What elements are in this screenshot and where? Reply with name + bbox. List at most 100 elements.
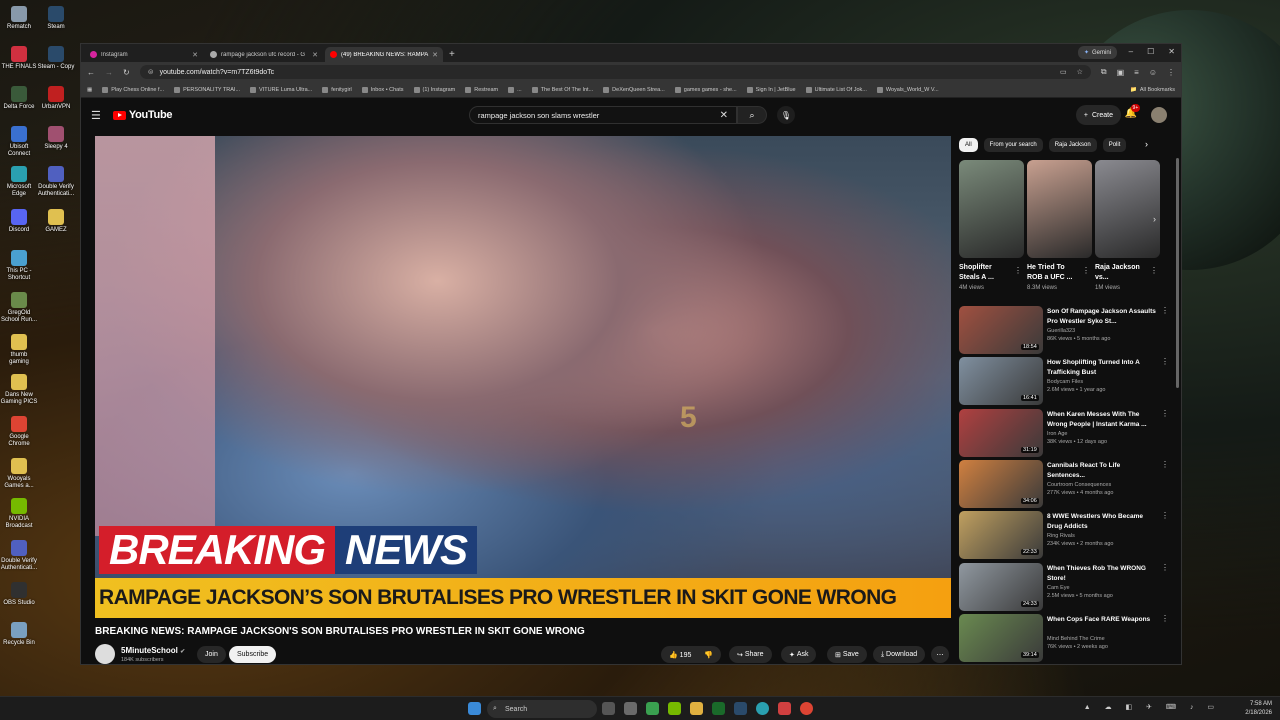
- short-thumbnail[interactable]: [1027, 160, 1092, 258]
- account-avatar[interactable]: [1151, 107, 1167, 123]
- browser-tab[interactable]: Instagram ✕: [85, 47, 203, 62]
- desktop-icon[interactable]: Steam - Copy: [37, 46, 75, 71]
- desktop-icon[interactable]: Wooyals Games a...: [0, 458, 38, 490]
- share-button[interactable]: ↪ Share: [729, 646, 772, 663]
- desktop-icon[interactable]: Recycle Bin: [0, 622, 38, 647]
- desktop-icon[interactable]: Delta Force: [0, 86, 38, 111]
- bookmark-item[interactable]: fenitygirl: [322, 86, 352, 93]
- channel-name[interactable]: 5MinuteSchool ✔: [121, 646, 185, 655]
- notifications-button[interactable]: 🔔 9+: [1125, 104, 1141, 119]
- close-window-icon[interactable]: ✕: [1168, 47, 1175, 56]
- desktop-icon[interactable]: THE FINALS: [0, 46, 38, 71]
- filter-chip[interactable]: Polit: [1102, 138, 1127, 152]
- browser-tab[interactable]: (49) BREAKING NEWS: RAMPA ✕: [325, 47, 443, 62]
- bookmark-item[interactable]: (1) Instagram: [413, 86, 455, 93]
- desktop-icon[interactable]: UrbanVPN: [37, 86, 75, 111]
- clock[interactable]: 7:58 AM 2/18/2026: [1245, 700, 1272, 718]
- recommended-video[interactable]: 24:33 When Thieves Rob The WRONG Store! Ca…: [959, 562, 1169, 611]
- video-channel[interactable]: Bodycam Files: [1047, 379, 1083, 385]
- clear-search-icon[interactable]: ✕: [720, 110, 728, 121]
- reload-icon[interactable]: ↻: [123, 68, 130, 77]
- scrollbar[interactable]: [1176, 158, 1179, 388]
- recommended-video[interactable]: 34:06 Cannibals React To Life Sentences..…: [959, 459, 1169, 508]
- video-menu-icon[interactable]: ⋮: [1161, 511, 1169, 520]
- bookmark-star-icon[interactable]: ☆: [1077, 68, 1083, 76]
- app-icon[interactable]: [778, 702, 791, 715]
- desktop-icon[interactable]: OBS Studio: [0, 582, 38, 607]
- short-menu-icon[interactable]: ⋮: [1082, 266, 1090, 275]
- desktop-icon[interactable]: GregOld School Run...: [0, 292, 38, 324]
- short-menu-icon[interactable]: ⋮: [1014, 266, 1022, 275]
- bookmark-item[interactable]: Inbox • Chats: [361, 86, 404, 93]
- chrome-icon[interactable]: [800, 702, 813, 715]
- taskbar-search[interactable]: ⌕ Search: [487, 700, 597, 718]
- video-menu-icon[interactable]: ⋮: [1161, 614, 1169, 623]
- bookmark-item[interactable]: Sign In | JetBlue: [746, 86, 796, 93]
- site-info-icon[interactable]: ⊜: [148, 68, 154, 76]
- dislike-icon[interactable]: 👎: [704, 651, 713, 659]
- desktop-icon[interactable]: Ubisoft Connect: [0, 126, 38, 158]
- bookmark-item[interactable]: Ultimate List Of Jok...: [805, 86, 867, 93]
- desktop-icon[interactable]: Sleepy 4: [37, 126, 75, 151]
- desktop-icon[interactable]: Double Verify Authenticati...: [37, 166, 75, 198]
- bookmark-item[interactable]: VITURE Luma Ultra...: [250, 86, 312, 93]
- task-view-icon[interactable]: [602, 702, 615, 715]
- bookmark-item[interactable]: DeXenQueen Strea...: [603, 86, 665, 93]
- video-menu-icon[interactable]: ⋮: [1161, 563, 1169, 572]
- video-channel[interactable]: Courtroom Consequences: [1047, 482, 1111, 488]
- all-bookmarks[interactable]: 📁 All Bookmarks: [1130, 87, 1175, 93]
- short-item[interactable]: Shoplifter Steals A ... 4M views ⋮: [959, 160, 1024, 291]
- bookmark-item[interactable]: The Best Of The Int...: [531, 86, 593, 93]
- recommended-video[interactable]: 31:19 When Karen Messes With The Wrong Pe…: [959, 408, 1169, 457]
- back-icon[interactable]: ←: [87, 68, 95, 77]
- channel-avatar[interactable]: [95, 644, 115, 664]
- short-item[interactable]: Raja Jackson vs... 1M views ⋮: [1095, 160, 1160, 291]
- split-view-icon[interactable]: ▣: [1117, 68, 1125, 77]
- file-explorer-icon[interactable]: [690, 702, 703, 715]
- new-tab-button[interactable]: +: [449, 49, 455, 60]
- subscribe-button[interactable]: Subscribe: [229, 646, 277, 663]
- minimize-icon[interactable]: –: [1129, 47, 1133, 56]
- system-tray[interactable]: ▲ ☁ ◧ ✈ ⌨ ♪ ▭: [1084, 703, 1220, 711]
- join-button[interactable]: Join: [197, 646, 226, 663]
- tab-close-icon[interactable]: ✕: [192, 51, 198, 59]
- filter-chip[interactable]: From your search: [983, 138, 1043, 152]
- video-menu-icon[interactable]: ⋮: [1161, 460, 1169, 469]
- short-menu-icon[interactable]: ⋮: [1150, 266, 1158, 275]
- bookmark-item[interactable]: Play Chess Online f...: [102, 86, 164, 93]
- shorts-next-icon[interactable]: ›: [1153, 214, 1156, 224]
- cast-icon[interactable]: ▭: [1060, 68, 1067, 76]
- search-input[interactable]: rampage jackson son slams wrestler ✕: [469, 106, 737, 124]
- desktop-icon[interactable]: Double Verify Authenticati...: [0, 540, 38, 572]
- desktop-icon[interactable]: GAMEZ: [37, 209, 75, 234]
- more-actions-button[interactable]: ⋯: [931, 646, 949, 663]
- like-button[interactable]: 👍 195: [669, 651, 691, 659]
- video-channel[interactable]: Ring Rivals: [1047, 533, 1075, 539]
- desktop-icon[interactable]: Google Chrome: [0, 416, 38, 448]
- video-channel[interactable]: Iron Age: [1047, 431, 1068, 437]
- tab-close-icon[interactable]: ✕: [432, 51, 438, 59]
- hamburger-menu-icon[interactable]: ☰: [91, 109, 101, 122]
- ask-button[interactable]: ✦ Ask: [781, 646, 817, 663]
- xbox-icon[interactable]: [712, 702, 725, 715]
- video-menu-icon[interactable]: ⋮: [1161, 306, 1169, 315]
- extensions-icon[interactable]: ⧉: [1101, 67, 1107, 77]
- desktop-icon[interactable]: thumb gaming: [0, 334, 38, 366]
- bookmark-item[interactable]: ...: [508, 86, 522, 93]
- desktop-icon[interactable]: This PC - Shortcut: [0, 250, 38, 282]
- bookmark-item[interactable]: Restream: [465, 86, 498, 93]
- save-button[interactable]: ⊞ Save: [827, 646, 867, 663]
- apps-icon[interactable]: ▦: [87, 87, 92, 93]
- video-channel[interactable]: Guerilla323: [1047, 328, 1075, 334]
- youtube-logo[interactable]: YouTube: [112, 109, 173, 121]
- profile-icon[interactable]: ☺: [1149, 68, 1157, 77]
- recommended-video[interactable]: 16:41 How Shoplifting Turned Into A Traff…: [959, 357, 1169, 406]
- settings-icon[interactable]: [624, 702, 637, 715]
- recommended-video[interactable]: 22:33 8 WWE Wrestlers Who Became Drug Add…: [959, 511, 1169, 560]
- video-menu-icon[interactable]: ⋮: [1161, 357, 1169, 366]
- short-thumbnail[interactable]: [959, 160, 1024, 258]
- video-channel[interactable]: Mind Behind The Crime: [1047, 636, 1105, 642]
- start-icon[interactable]: [468, 702, 481, 715]
- bookmark-item[interactable]: games games - she...: [674, 86, 737, 93]
- filter-chip[interactable]: All: [959, 138, 978, 152]
